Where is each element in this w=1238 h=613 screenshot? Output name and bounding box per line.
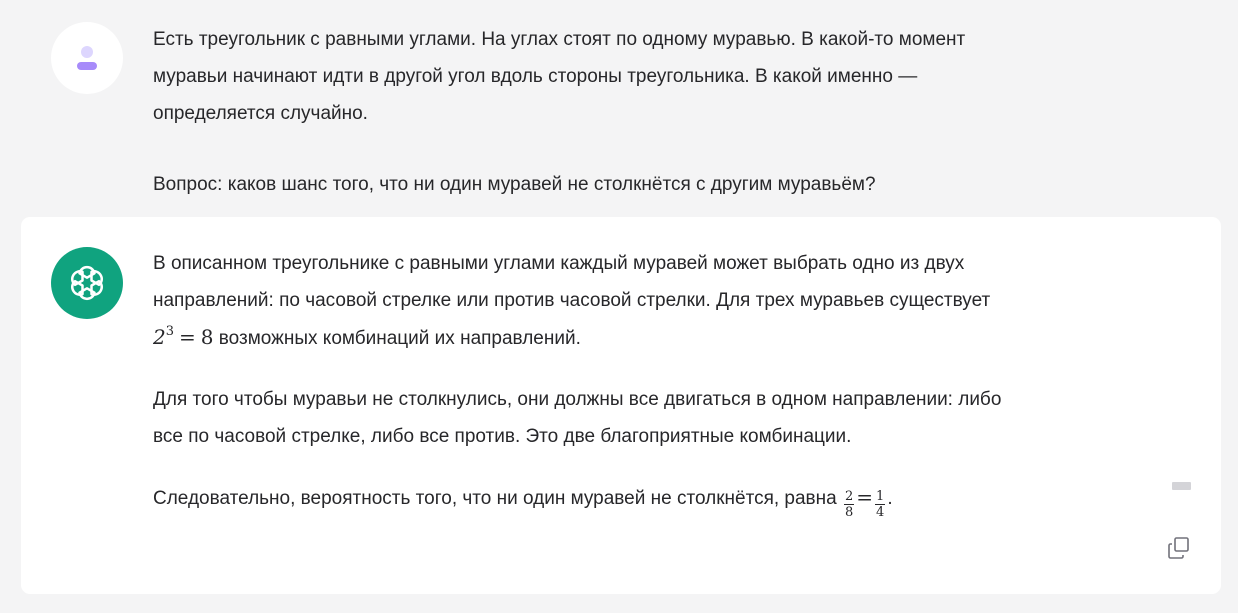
- equals-sign: =: [856, 485, 874, 509]
- assistant-avatar: [51, 247, 123, 319]
- scroll-thumb[interactable]: [1172, 482, 1191, 490]
- user-paragraph-line: Есть треугольник с равными углами. На уг…: [153, 29, 966, 50]
- fraction-denominator: 8: [844, 505, 854, 520]
- formula-equals: =: [179, 325, 196, 349]
- formula-exponent: 3: [165, 324, 175, 339]
- formula-result: 8: [200, 325, 214, 349]
- copy-button[interactable]: [1166, 535, 1192, 561]
- fraction-denominator: 4: [876, 505, 885, 520]
- user-message: Есть треугольник с равными углами. На уг…: [0, 0, 1238, 214]
- fraction-numerator: 2: [843, 489, 855, 505]
- fraction-numerator: 1: [875, 489, 886, 505]
- period: .: [887, 488, 893, 509]
- assistant-paragraph-line: все по часовой стрелке, либо все против.…: [153, 426, 852, 447]
- openai-logo-icon: [70, 265, 104, 301]
- user-avatar-icon: [77, 46, 97, 70]
- assistant-paragraph-line: направлений: по часовой стрелке или прот…: [153, 290, 991, 311]
- assistant-paragraph-line: 23 = 8 возможных комбинаций их направлений…: [153, 319, 1163, 357]
- user-question: Вопрос: каков шанс того, что ни один мур…: [153, 174, 876, 195]
- fraction-one-quarter: 14: [875, 489, 886, 520]
- assistant-conclusion: Следовательно, вероятность того, что ни …: [153, 479, 1163, 520]
- user-avatar: [51, 22, 123, 94]
- copy-icon: [1168, 537, 1189, 559]
- combinations-formula: 23 = 8: [153, 325, 214, 349]
- user-paragraph-line: определяется случайно.: [153, 103, 368, 124]
- assistant-message: В описанном треугольнике с равными углам…: [21, 217, 1221, 594]
- assistant-paragraph-line: Для того чтобы муравьи не столкнулись, о…: [153, 389, 1002, 410]
- user-paragraph-line: муравьи начинают идти в другой угол вдол…: [153, 66, 918, 87]
- user-message-text: Есть треугольник с равными углами. На уг…: [153, 21, 1153, 203]
- conclusion-text: Следовательно, вероятность того, что ни …: [153, 488, 842, 509]
- fraction-two-eighths: 28: [843, 489, 855, 520]
- assistant-line-rest: возможных комбинаций их направлений.: [213, 328, 581, 349]
- formula-base: 2: [153, 325, 166, 349]
- assistant-paragraph-line: В описанном треугольнике с равными углам…: [153, 253, 965, 274]
- assistant-message-text: В описанном треугольнике с равными углам…: [153, 245, 1163, 520]
